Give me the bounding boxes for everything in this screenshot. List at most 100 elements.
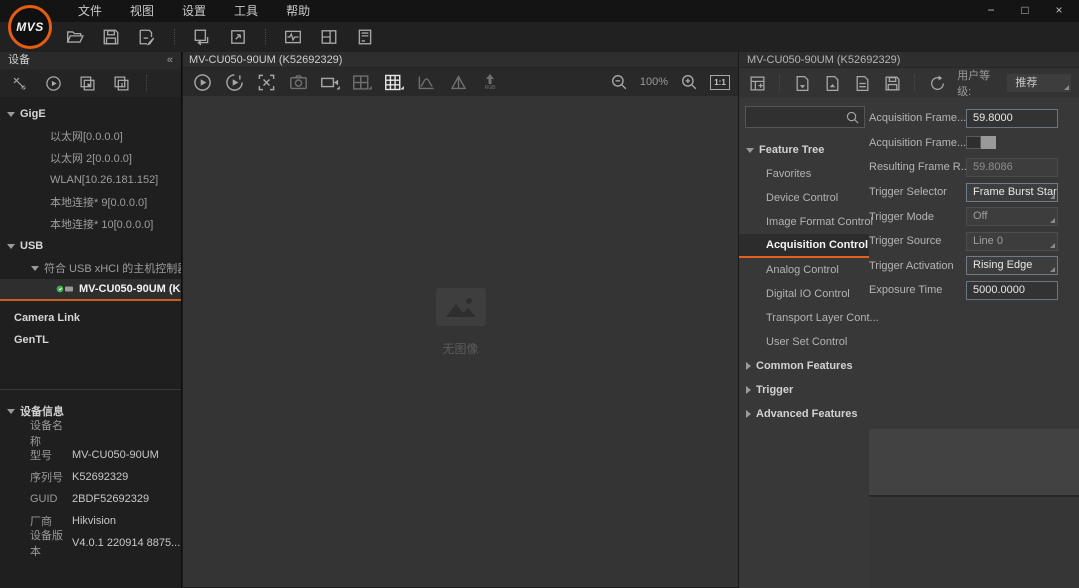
tree-node-camera-link[interactable]: Camera Link [0,307,181,329]
chevron-down-icon[interactable] [7,112,15,117]
chevron-down-icon[interactable] [746,148,754,153]
split-view-button[interactable] [351,71,373,93]
feature-group-common-features[interactable]: Common Features [739,354,869,378]
continuous-grab-button[interactable] [191,71,213,93]
tree-node-gige[interactable]: GigE [0,103,181,125]
property-label: Trigger Activation [869,260,966,272]
save-config-button[interactable] [882,72,902,94]
tree-node-usb[interactable]: USB [0,235,181,257]
tree-node-ethernet[interactable]: 以太网[0.0.0.0] [0,125,181,147]
transfer-icon [193,28,211,46]
rgb-adjust-button[interactable]: RGB [479,71,501,93]
zoom-out-button[interactable] [608,71,630,93]
trigger-selector-dropdown[interactable]: Frame Burst Star [966,183,1058,202]
attributes-button[interactable] [747,72,767,94]
save-small-icon [884,75,901,92]
menu-help[interactable]: 帮助 [272,0,324,22]
chevron-down-icon[interactable] [7,244,15,249]
fit-window-button[interactable] [255,71,277,93]
sharpness-button[interactable] [447,71,469,93]
snapshot-button[interactable] [287,71,309,93]
batch-stop-button[interactable] [110,72,132,94]
tree-label: 以太网[0.0.0.0] [50,128,123,144]
tree-node-ethernet2[interactable]: 以太网 2[0.0.0.0] [0,147,181,169]
trigger-source-dropdown[interactable]: Line 0 [966,232,1058,251]
info-label: 序列号 [0,469,72,485]
actual-size-button[interactable]: 1:1 [710,75,730,90]
tree-label: 本地连接* 9[0.0.0.0] [50,194,147,210]
feature-item-favorites[interactable]: Favorites [739,162,869,186]
collapse-panel-icon[interactable]: « [167,52,173,69]
record-button[interactable] [319,71,341,93]
open-folder-button[interactable] [64,26,86,48]
feature-group-advanced-features[interactable]: Advanced Features [739,402,869,426]
minimize-button[interactable]: − [977,0,1005,22]
chevron-right-icon[interactable] [746,362,751,370]
refresh-devices-button[interactable] [8,72,30,94]
new-window-button[interactable] [227,26,249,48]
property-row-exposure-time: Exposure Time 5000.0000 [869,278,1079,303]
menu-file[interactable]: 文件 [64,0,116,22]
zoom-in-button[interactable] [678,71,700,93]
start-acquisition-button[interactable] [42,72,64,94]
feature-group-trigger[interactable]: Trigger [739,378,869,402]
tree-node-camera-selected[interactable]: MV-CU050-90UM (K5269... [0,279,181,301]
grid-view-button[interactable] [383,71,405,93]
waveform-monitor-button[interactable] [282,26,304,48]
feature-item-analog-control[interactable]: Analog Control [739,258,869,282]
menu-settings[interactable]: 设置 [168,0,220,22]
exposure-time-input[interactable]: 5000.0000 [966,281,1058,300]
menu-tools[interactable]: 工具 [220,0,272,22]
info-row-serial: 序列号 K52692329 [0,466,181,488]
chevron-right-icon[interactable] [746,410,751,418]
feature-group-root[interactable]: Feature Tree [739,138,869,162]
batch-start-button[interactable] [76,72,98,94]
refresh-features-button[interactable] [927,72,947,94]
feature-search[interactable] [745,106,865,128]
feature-item-acquisition-control[interactable]: Acquisition Control [739,234,869,258]
tree-node-local9[interactable]: 本地连接* 9[0.0.0.0] [0,191,181,213]
layout-button[interactable] [318,26,340,48]
image-canvas[interactable]: 无图像 [183,96,738,587]
chevron-right-icon[interactable] [746,386,751,394]
acquisition-frame-rate-input[interactable]: 59.8000 [966,109,1058,128]
save-button[interactable] [100,26,122,48]
load-config-button[interactable] [852,72,872,94]
chevron-down-icon[interactable] [31,266,39,271]
tree-node-gentl[interactable]: GenTL [0,329,181,351]
save-as-button[interactable] [136,26,158,48]
import-export-button[interactable] [191,26,213,48]
user-level-dropdown[interactable]: 推荐 [1007,74,1071,92]
property-label: Acquisition Frame... [869,112,966,124]
viewer-tab[interactable]: MV-CU050-90UM (K52692329) [183,52,738,68]
close-button[interactable]: × [1045,0,1073,22]
feature-item-device-control[interactable]: Device Control [739,186,869,210]
feature-item-user-set-control[interactable]: User Set Control [739,330,869,354]
single-grab-button[interactable] [223,71,245,93]
tree-label: GenTL [14,334,49,346]
feature-item-digital-io-control[interactable]: Digital IO Control [739,282,869,306]
acquisition-frame-rate-enable-toggle[interactable] [966,136,996,149]
menu-view[interactable]: 视图 [116,0,168,22]
histogram-button[interactable] [415,71,437,93]
device-toolbar [0,69,181,97]
zoom-in-icon [680,73,698,91]
feature-tree-column: Feature Tree Favorites Device Control Im… [739,98,869,588]
refresh-icon [929,75,946,92]
maximize-button[interactable]: □ [1011,0,1039,22]
device-panel-header: 设备 « [0,52,181,69]
trigger-mode-dropdown[interactable]: Off [966,207,1058,226]
export-config-button[interactable] [822,72,842,94]
tree-node-usb-host[interactable]: 符合 USB xHCI 的主机控制器 [0,257,181,279]
feature-group-label: Common Features [756,360,853,372]
tree-node-local10[interactable]: 本地连接* 10[0.0.0.0] [0,213,181,235]
tree-node-wlan[interactable]: WLAN[10.26.181.152] [0,169,181,191]
import-config-button[interactable] [792,72,812,94]
chevron-down-icon[interactable] [7,409,15,414]
trigger-activation-dropdown[interactable]: Rising Edge [966,256,1058,275]
no-image-icon [436,288,486,326]
feature-item-transport-layer-control[interactable]: Transport Layer Cont... [739,306,869,330]
attribute-grid-icon [749,75,766,92]
feature-item-image-format-control[interactable]: Image Format Control [739,210,869,234]
memory-button[interactable] [354,26,376,48]
